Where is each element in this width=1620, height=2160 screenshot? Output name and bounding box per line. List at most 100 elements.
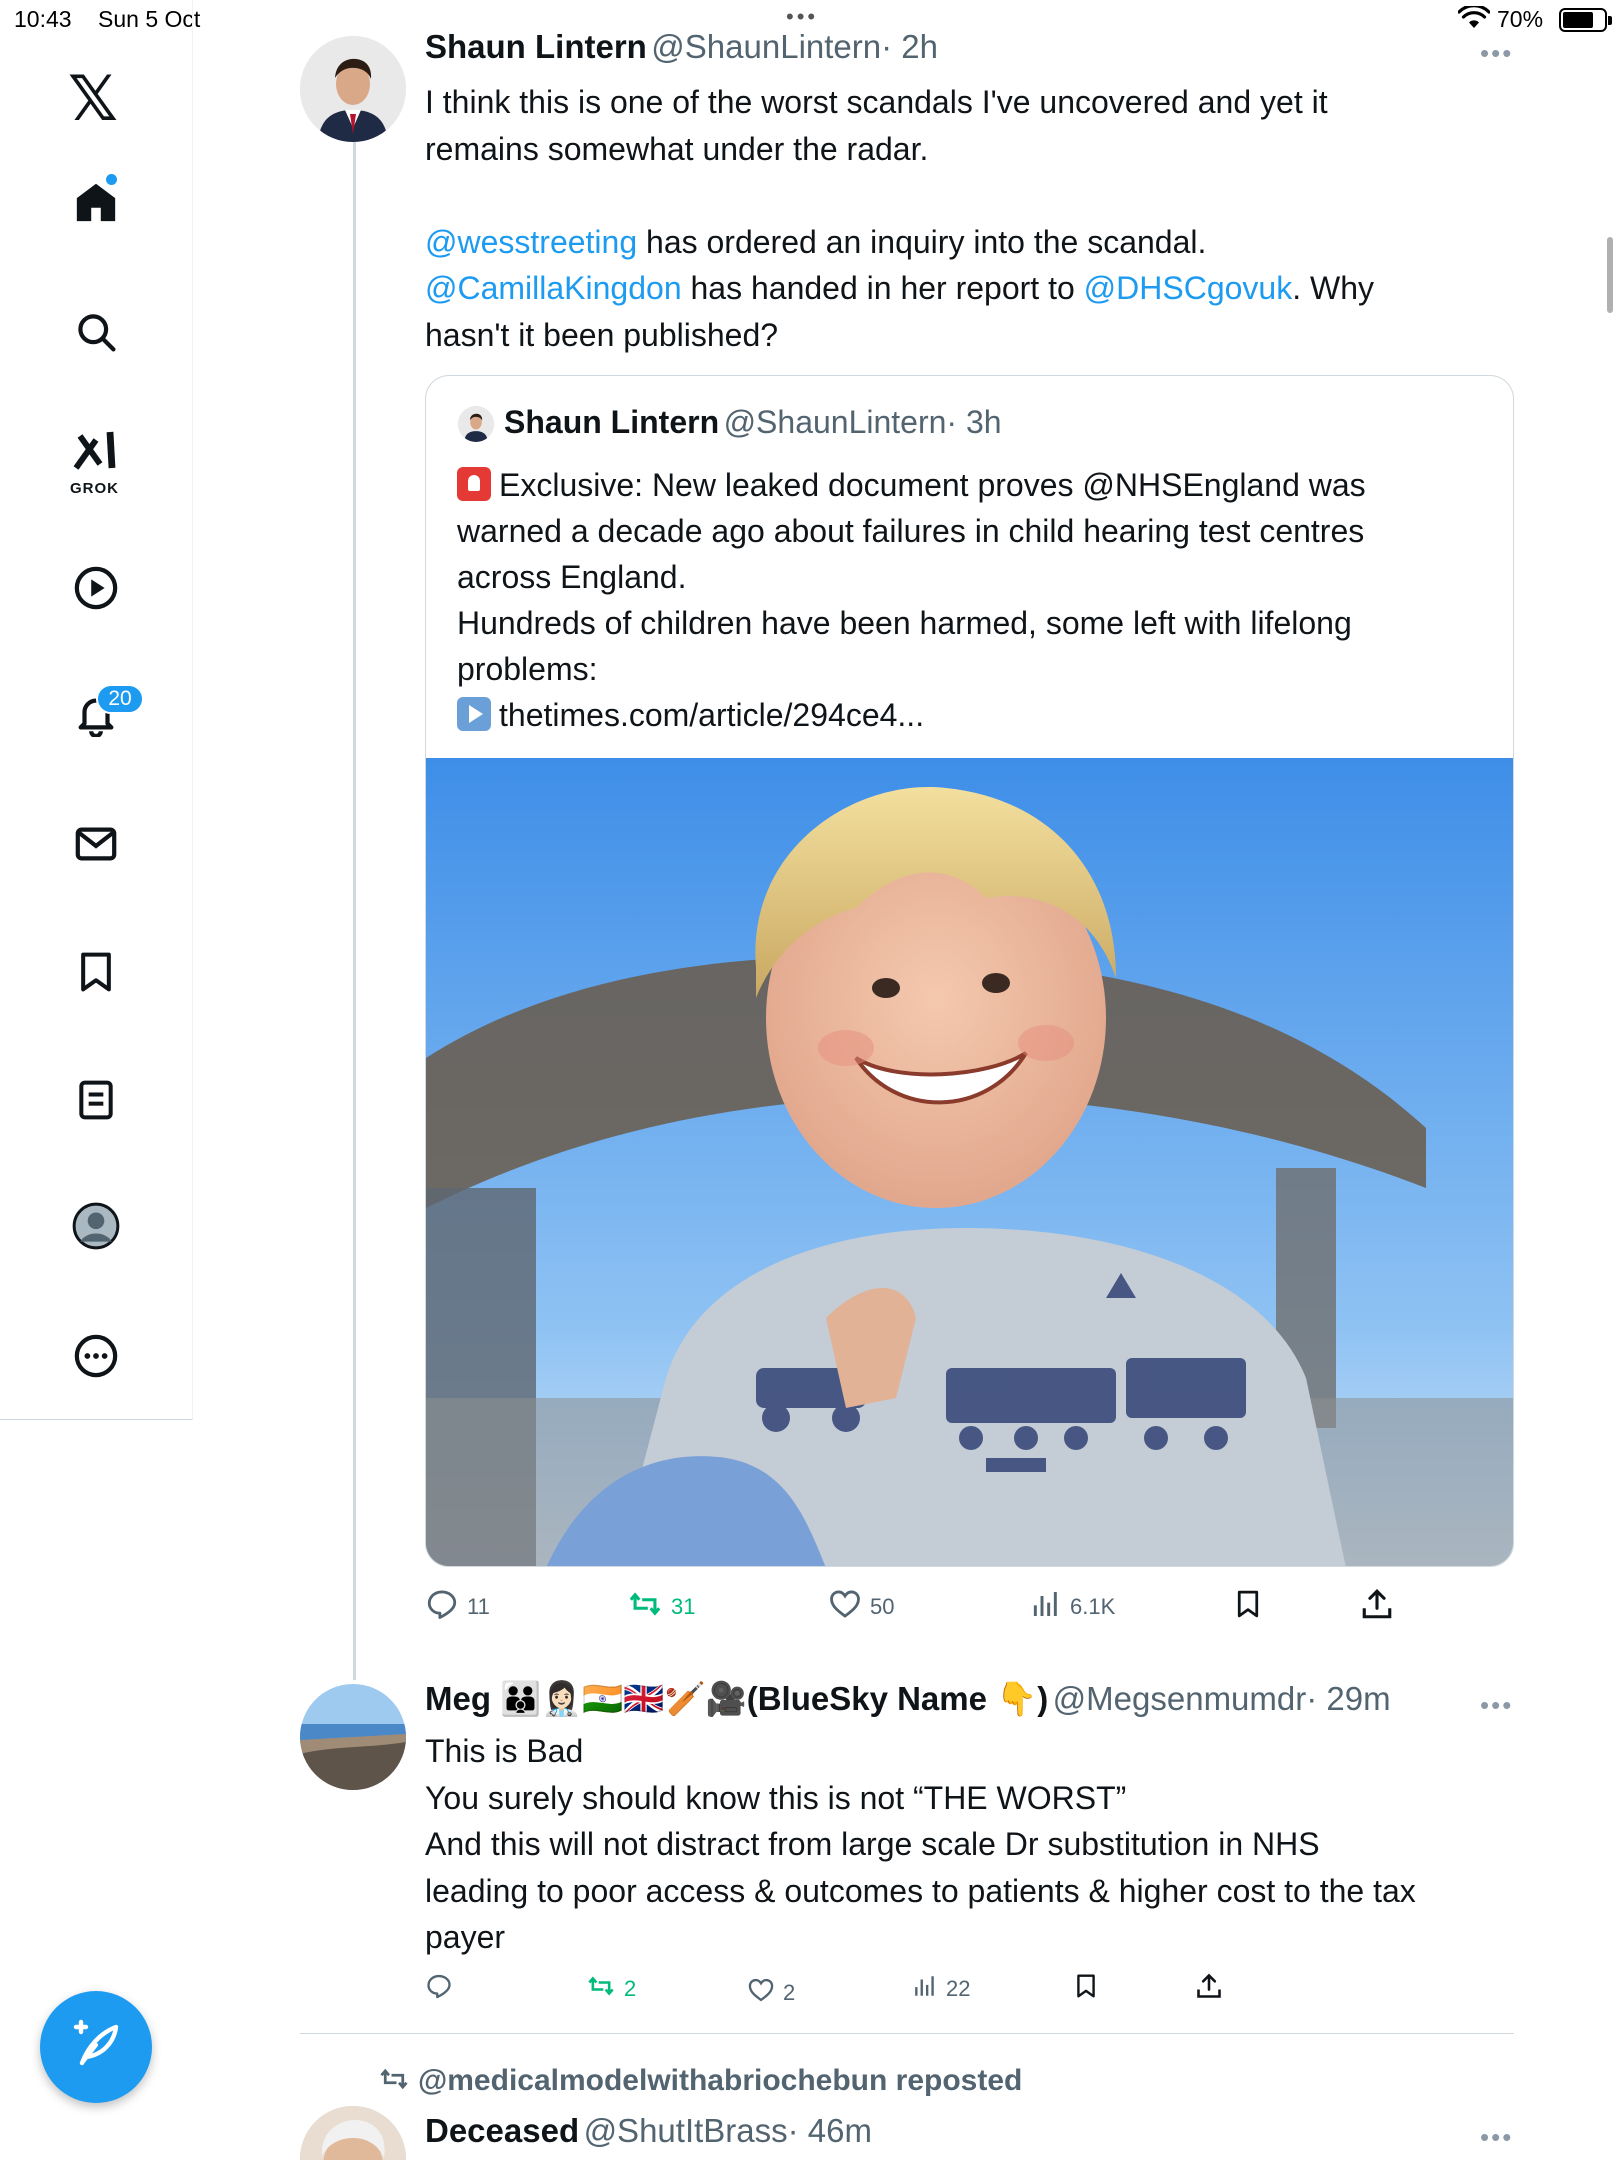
mention-link[interactable]: @DHSCgovuk (1084, 270, 1293, 306)
views-count: 22 (946, 1976, 971, 2001)
mail-icon[interactable] (56, 804, 136, 884)
repost-count: 2 (624, 1976, 637, 2001)
tweet-header: Deceased @ShutItBrass· 46m (425, 2112, 872, 2150)
article-link[interactable]: thetimes.com/article/294ce4... (499, 697, 924, 733)
home-icon[interactable] (56, 162, 136, 242)
tweet-line: leading to poor access & outcomes to pat… (425, 1872, 1416, 1909)
tweet-header: Meg 👪👩🏻‍⚕️🇮🇳🇬🇧🏏🎥(BlueSky Name 👇) @Megsen… (425, 1680, 1391, 1719)
tweet-time[interactable]: · 29m (1306, 1680, 1390, 1717)
bookmark-icon[interactable] (56, 932, 136, 1012)
battery-percent: 70% (1497, 6, 1544, 32)
quote-line: warned a decade ago about failures in ch… (457, 513, 1365, 549)
bookmark-button[interactable] (1073, 1967, 1099, 2011)
views-button[interactable]: 22 (912, 1967, 970, 2011)
profile-icon[interactable] (56, 1186, 136, 1266)
quote-line: problems: (457, 651, 598, 687)
reply-button[interactable] (425, 1967, 453, 2011)
tweet-line: remains somewhat under the radar. (425, 130, 929, 167)
author-name[interactable]: Shaun Lintern (425, 28, 647, 65)
grok-label: GROK (70, 480, 119, 497)
bookmark-button[interactable] (1233, 1585, 1263, 1629)
tweet-line: You surely should know this is not “THE … (425, 1779, 1127, 1816)
quote-line: Exclusive: New leaked document proves @N… (499, 467, 1366, 503)
quote-text: Exclusive: New leaked document proves @N… (457, 462, 1497, 738)
quoted-tweet[interactable]: Shaun Lintern @ShaunLintern· 3h Exclusiv… (425, 375, 1514, 1567)
lists-icon[interactable] (56, 1060, 136, 1140)
tweet-divider (300, 2033, 1514, 2034)
author-handle[interactable]: @ShaunLintern (724, 404, 947, 440)
tweet-header: Shaun Lintern @ShaunLintern· 2h (425, 28, 938, 66)
avatar[interactable] (300, 36, 406, 142)
reply-count: 11 (467, 1594, 490, 1619)
reply-button[interactable]: 11 (425, 1585, 490, 1629)
views-icon (912, 1973, 938, 2005)
avatar[interactable] (300, 1684, 406, 1790)
share-button[interactable] (1360, 1585, 1394, 1629)
share-button[interactable] (1195, 1967, 1223, 2011)
siren-icon (457, 467, 491, 501)
tweet-line: And this will not distract from large sc… (425, 1826, 1320, 1862)
tweet-line: This is Bad (425, 1733, 584, 1769)
mention-link[interactable]: @CamillaKingdon (425, 270, 682, 306)
like-button[interactable]: 2 (747, 1971, 795, 2015)
repost-button[interactable]: 31 (627, 1585, 695, 1629)
repost-count: 31 (671, 1594, 696, 1619)
tweet-text: I think this is one of the worst scandal… (425, 79, 1515, 358)
tweet-time[interactable]: · 46m (788, 2112, 872, 2149)
tweet-line: I think this is one of the worst scandal… (425, 84, 1328, 120)
battery-icon (1559, 8, 1612, 32)
notifications-badge: 20 (96, 684, 144, 714)
repost-icon (586, 1972, 616, 2006)
tweet-line: hasn't it been published? (425, 316, 779, 353)
tweet-text-segment: . Why (1292, 270, 1374, 306)
compose-icon (70, 2019, 122, 2076)
multitasking-dots-icon[interactable]: ••• (786, 4, 818, 30)
tweet-actions: 2 2 22 (425, 1967, 1515, 2011)
more-options-icon[interactable]: ••• (1480, 1690, 1513, 1721)
heart-icon (747, 1976, 775, 2010)
quote-line: Hundreds of children have been harmed, s… (457, 605, 1352, 641)
author-name[interactable]: Shaun Lintern (504, 404, 719, 440)
tweet-text-segment: has handed in her report to (681, 270, 1084, 306)
like-button[interactable]: 50 (828, 1585, 894, 1629)
bookmark-icon (1233, 1587, 1263, 1627)
search-icon[interactable] (56, 292, 136, 372)
reposted-by[interactable]: @medicalmodelwithabriochebun reposted (378, 2064, 1022, 2102)
more-options-icon[interactable]: ••• (1480, 38, 1513, 69)
like-count: 50 (870, 1594, 895, 1619)
reply-icon (425, 1972, 453, 2006)
share-icon (1195, 1972, 1223, 2006)
bookmark-icon (1073, 1972, 1099, 2006)
mention-link[interactable]: @wesstreeting (425, 224, 637, 260)
heart-icon (828, 1587, 862, 1627)
author-name[interactable]: Meg 👪👩🏻‍⚕️🇮🇳🇬🇧🏏🎥(BlueSky Name 👇) (425, 1680, 1048, 1717)
author-handle[interactable]: @Megsenmumdr (1053, 1680, 1307, 1717)
views-button[interactable]: 6.1K (1030, 1585, 1115, 1629)
reply-icon (425, 1587, 459, 1627)
sidebar-nav: 𝕏 GROK 20 (0, 0, 193, 1420)
repost-button[interactable]: 2 (586, 1967, 636, 2011)
avatar[interactable] (300, 2106, 406, 2160)
x-logo[interactable]: 𝕏 (68, 62, 118, 135)
tweet-time[interactable]: · 3h (946, 404, 1001, 440)
views-icon (1030, 1588, 1062, 1626)
tweet-text-segment: has ordered an inquiry into the scandal. (637, 223, 1207, 260)
thread-connector-line (353, 140, 356, 1680)
author-handle[interactable]: @ShaunLintern (651, 28, 881, 65)
scrollbar[interactable] (1607, 237, 1613, 313)
quote-header: Shaun Lintern @ShaunLintern· 3h (504, 404, 1002, 441)
share-icon (1360, 1587, 1394, 1627)
more-icon[interactable] (56, 1316, 136, 1396)
grok-icon[interactable] (56, 410, 136, 490)
tweet-line: payer (425, 1919, 506, 1955)
video-icon[interactable] (56, 548, 136, 628)
compose-button[interactable] (40, 1991, 152, 2103)
author-name[interactable]: Deceased (425, 2112, 579, 2149)
tweet-time[interactable]: · 2h (881, 28, 938, 65)
more-options-icon[interactable]: ••• (1480, 2122, 1513, 2153)
author-handle[interactable]: @ShutItBrass (584, 2112, 788, 2149)
tweet-text: This is Bad You surely should know this … (425, 1728, 1515, 1961)
avatar[interactable] (458, 406, 494, 442)
tweet-photo[interactable] (426, 758, 1513, 1566)
play-button-icon (457, 697, 491, 731)
